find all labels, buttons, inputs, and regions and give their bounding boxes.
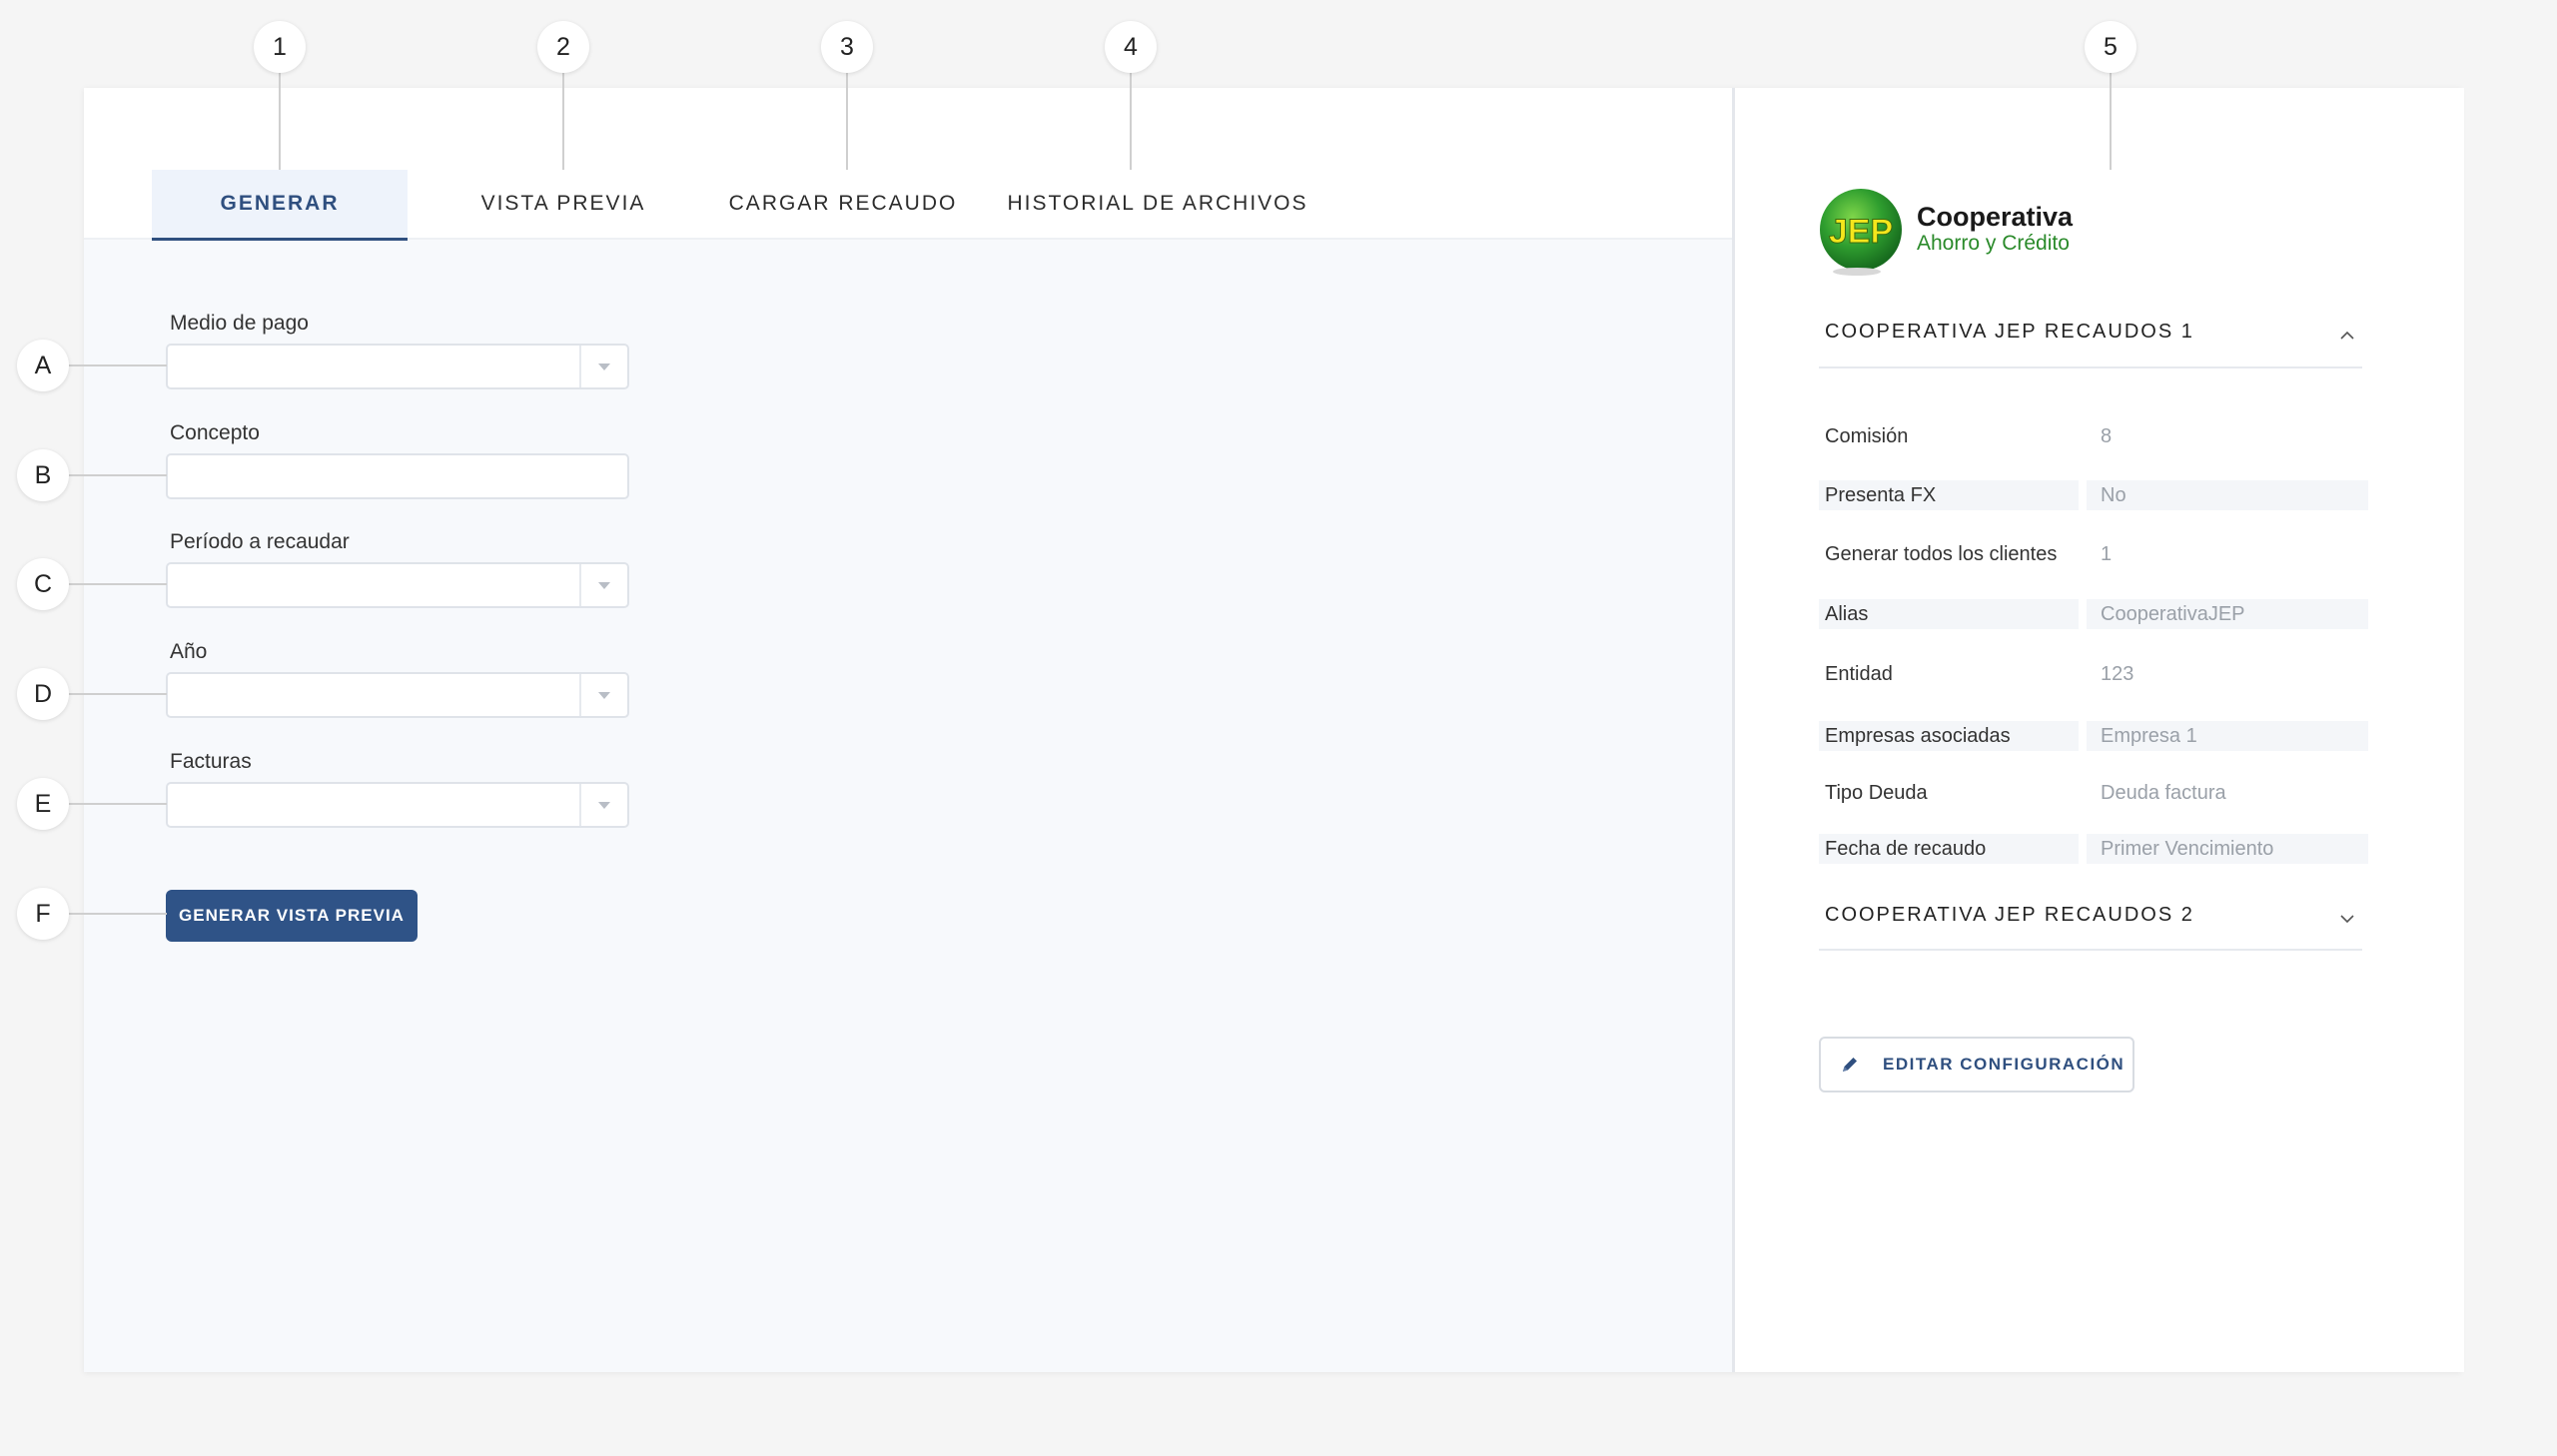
callout-d-line — [69, 693, 167, 695]
config-row-generar-todos: Generar todos los clientes 1 — [1819, 539, 2368, 569]
config-value: 1 — [2101, 543, 2113, 565]
callout-d: D — [17, 668, 69, 720]
config-value: No — [2101, 484, 2127, 506]
medio-de-pago-select[interactable] — [166, 344, 629, 389]
callout-4: 4 — [1105, 21, 1157, 73]
callout-a-line — [69, 364, 167, 366]
config-key: Generar todos los clientes — [1825, 543, 2058, 565]
chevron-down-icon[interactable] — [2339, 911, 2355, 927]
anio-label: Año — [170, 640, 208, 663]
config-row-fecha-recaudo: Fecha de recaudo Primer Vencimiento — [1819, 834, 2368, 864]
callout-2-line — [562, 73, 564, 170]
callout-e: E — [17, 778, 69, 830]
config-value: Primer Vencimiento — [2101, 838, 2274, 860]
section-divider — [1819, 366, 2362, 368]
logo-line2: Ahorro y Crédito — [1917, 232, 2070, 255]
main-card: GENERAR VISTA PREVIA CARGAR RECAUDO HIST… — [84, 88, 2464, 1372]
tab-bar: GENERAR VISTA PREVIA CARGAR RECAUDO HIST… — [84, 88, 1732, 241]
tab-cargar-recaudo[interactable]: CARGAR RECAUDO — [723, 170, 963, 238]
callout-1: 1 — [254, 21, 306, 73]
callout-3-line — [846, 73, 848, 170]
config-value: CooperativaJEP — [2101, 603, 2245, 625]
callout-f-line — [69, 913, 167, 915]
cooperativa-jep-logo: JEP Cooperativa Ahorro y Crédito — [1819, 186, 2079, 276]
config-row-alias: Alias CooperativaJEP — [1819, 599, 2368, 629]
config-panel: JEP Cooperativa Ahorro y Crédito COOPERA… — [1732, 88, 2464, 1372]
periodo-label: Período a recaudar — [170, 530, 350, 553]
section-recaudos-2-title[interactable]: COOPERATIVA JEP RECAUDOS 2 — [1825, 904, 2194, 927]
config-key: Empresas asociadas — [1825, 725, 2011, 747]
callout-1-line — [279, 73, 281, 170]
config-row-comision: Comisión 8 — [1819, 421, 2368, 451]
callout-b: B — [17, 449, 69, 501]
config-key: Alias — [1825, 603, 1869, 625]
config-row-empresas-asociadas: Empresas asociadas Empresa 1 — [1819, 721, 2368, 751]
callout-5: 5 — [2085, 21, 2136, 73]
config-key: Fecha de recaudo — [1825, 838, 1987, 860]
tab-historial-archivos[interactable]: HISTORIAL DE ARCHIVOS — [1003, 170, 1312, 238]
callout-e-line — [69, 803, 167, 805]
generate-panel: GENERAR VISTA PREVIA CARGAR RECAUDO HIST… — [84, 88, 1732, 1372]
config-value: Empresa 1 — [2101, 725, 2197, 747]
logo-line1: Cooperativa — [1917, 202, 2074, 232]
callout-b-line — [69, 474, 167, 476]
callout-4-line — [1130, 73, 1132, 170]
section-divider — [1819, 949, 2362, 951]
dropdown-arrow-icon[interactable] — [579, 346, 627, 387]
medio-de-pago-label: Medio de pago — [170, 312, 309, 335]
tab-vista-previa[interactable]: VISTA PREVIA — [453, 170, 673, 238]
config-row-presenta-fx: Presenta FX No — [1819, 480, 2368, 510]
section-recaudos-1-title[interactable]: COOPERATIVA JEP RECAUDOS 1 — [1825, 321, 2194, 344]
config-row-entidad: Entidad 123 — [1819, 659, 2368, 689]
callout-c-line — [69, 583, 167, 585]
callout-3: 3 — [821, 21, 873, 73]
config-key: Tipo Deuda — [1825, 782, 1928, 804]
callout-a: A — [17, 340, 69, 391]
editar-configuracion-label: EDITAR CONFIGURACIÓN — [1883, 1055, 2126, 1074]
dropdown-arrow-icon[interactable] — [579, 674, 627, 716]
callout-f: F — [17, 888, 69, 940]
concepto-label: Concepto — [170, 421, 260, 444]
concepto-input[interactable] — [166, 453, 629, 499]
config-key: Comisión — [1825, 425, 1909, 447]
generar-vista-previa-button[interactable]: GENERAR VISTA PREVIA — [166, 890, 418, 942]
editar-configuracion-button[interactable]: EDITAR CONFIGURACIÓN — [1819, 1037, 2134, 1092]
facturas-label: Facturas — [170, 750, 252, 773]
callout-5-line — [2110, 73, 2112, 170]
dropdown-arrow-icon[interactable] — [579, 564, 627, 606]
config-value: Deuda factura — [2101, 782, 2226, 804]
facturas-select[interactable] — [166, 782, 629, 828]
tab-generar[interactable]: GENERAR — [152, 170, 408, 241]
config-value: 123 — [2101, 663, 2134, 685]
callout-2: 2 — [537, 21, 589, 73]
anio-select[interactable] — [166, 672, 629, 718]
config-key: Presenta FX — [1825, 484, 1937, 506]
periodo-select[interactable] — [166, 562, 629, 608]
config-value: 8 — [2101, 425, 2113, 447]
config-key: Entidad — [1825, 663, 1893, 685]
dropdown-arrow-icon[interactable] — [579, 784, 627, 826]
logo-mark-text: JEP — [1829, 213, 1893, 251]
chevron-up-icon[interactable] — [2339, 328, 2355, 344]
config-row-tipo-deuda: Tipo Deuda Deuda factura — [1819, 778, 2368, 808]
jep-logo-icon: JEP Cooperativa Ahorro y Crédito — [1820, 189, 2074, 276]
pencil-icon — [1843, 1058, 1857, 1072]
callout-c: C — [17, 558, 69, 610]
